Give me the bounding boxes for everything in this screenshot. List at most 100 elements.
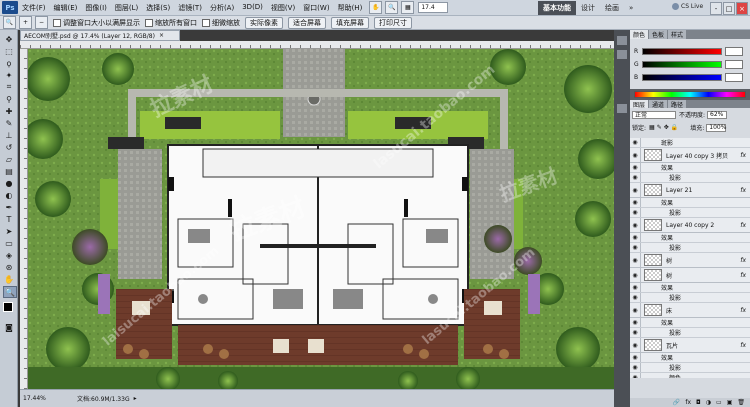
- layer-effects-icon[interactable]: fx: [740, 272, 746, 279]
- layer-effects-icon[interactable]: fx: [740, 257, 746, 264]
- layer-row[interactable]: ◉ Layer 21 fx: [630, 183, 750, 198]
- marquee-tool-icon[interactable]: ⬚: [3, 46, 15, 56]
- menu-item-7[interactable]: 3D(D): [238, 3, 267, 13]
- horizontal-ruler[interactable]: [20, 41, 614, 49]
- menu-item-4[interactable]: 选择(S): [142, 3, 174, 13]
- layer-effects-icon[interactable]: fx: [740, 152, 746, 159]
- 3d-rotate-tool-icon[interactable]: ◈: [3, 250, 15, 260]
- layer-effect-row[interactable]: ◉ 效果: [630, 318, 750, 328]
- actual-pixels-button[interactable]: 实际像素: [245, 16, 283, 29]
- lock-transparency-icon[interactable]: ▦: [649, 124, 655, 131]
- layer-effects-icon[interactable]: fx: [740, 222, 746, 229]
- layer-effect-row[interactable]: ◉ 投影: [630, 243, 750, 253]
- layer-effect-row[interactable]: ◉ 投影: [630, 328, 750, 338]
- visibility-eye-icon[interactable]: ◉: [630, 183, 641, 197]
- visibility-eye-icon[interactable]: ◉: [630, 198, 641, 207]
- layers-footer-5-icon[interactable]: ▣: [727, 399, 733, 406]
- status-doc-info[interactable]: 文档:60.9M/1.33G: [77, 394, 130, 403]
- document-close-icon[interactable]: ×: [159, 32, 164, 39]
- lock-pixels-icon[interactable]: ✎: [657, 124, 662, 131]
- visibility-eye-icon[interactable]: ◉: [630, 328, 641, 337]
- menu-item-8[interactable]: 视图(V): [267, 3, 299, 13]
- document-canvas[interactable]: 拉素材 lasucai.taobao.com 拉素材 laisucai.taob…: [28, 49, 614, 389]
- layer-effects-icon[interactable]: fx: [740, 342, 746, 349]
- menu-item-10[interactable]: 帮助(H): [334, 3, 367, 13]
- status-zoom[interactable]: 17.44%: [23, 395, 57, 402]
- layer-effects-icon[interactable]: fx: [740, 307, 746, 314]
- menu-item-1[interactable]: 编辑(E): [50, 3, 82, 13]
- red-value[interactable]: [725, 47, 743, 56]
- visibility-eye-icon[interactable]: ◉: [630, 148, 641, 162]
- adjustments-panel-icon[interactable]: [617, 104, 627, 113]
- minimize-button[interactable]: -: [710, 2, 722, 15]
- close-button[interactable]: ×: [736, 2, 748, 15]
- layer-row[interactable]: ◉ Layer 40 copy 2 fx: [630, 218, 750, 233]
- visibility-eye-icon[interactable]: ◉: [630, 218, 641, 232]
- menu-item-6[interactable]: 分析(A): [206, 3, 238, 13]
- eraser-tool-icon[interactable]: ▱: [3, 154, 15, 164]
- actions-panel-icon[interactable]: [617, 50, 627, 59]
- layer-row[interactable]: ◉ 床 fx: [630, 303, 750, 318]
- layer-row[interactable]: ◉ Layer 40 copy 3 拷贝 fx: [630, 148, 750, 163]
- visibility-eye-icon[interactable]: ◉: [630, 303, 641, 317]
- menu-item-9[interactable]: 窗口(W): [299, 3, 333, 13]
- green-value[interactable]: [725, 60, 743, 69]
- zoom-out-icon[interactable]: −: [35, 16, 48, 29]
- resize-windows-checkbox[interactable]: 调整窗口大小以满屏显示: [53, 18, 140, 28]
- visibility-eye-icon[interactable]: ◉: [630, 253, 641, 267]
- layer-effect-row[interactable]: ◉ 效果: [630, 233, 750, 243]
- layer-row[interactable]: ◉ 树 fx: [630, 268, 750, 283]
- shape-tool-icon[interactable]: ▭: [3, 238, 15, 248]
- visibility-eye-icon[interactable]: ◉: [630, 208, 641, 217]
- color-spectrum-bar[interactable]: [634, 91, 746, 98]
- layer-effect-row[interactable]: ◉ 效果: [630, 283, 750, 293]
- visibility-eye-icon[interactable]: ◉: [630, 353, 641, 362]
- layer-row[interactable]: ◉ 树 fx: [630, 253, 750, 268]
- blue-value[interactable]: [725, 73, 743, 82]
- layer-effect-row[interactable]: ◉ 投影: [630, 173, 750, 183]
- layer-row[interactable]: ◉ 瓦片 fx: [630, 338, 750, 353]
- menu-item-3[interactable]: 图层(L): [111, 3, 142, 13]
- dodge-tool-icon[interactable]: ◐: [3, 190, 15, 200]
- visibility-eye-icon[interactable]: ◉: [630, 363, 641, 372]
- layer-effect-row[interactable]: ◉ 颜色: [630, 373, 750, 378]
- lasso-tool-icon[interactable]: ϙ: [3, 58, 15, 68]
- layer-effect-row[interactable]: ◉ 效果: [630, 163, 750, 173]
- blur-tool-icon[interactable]: ●: [3, 178, 15, 188]
- visibility-eye-icon[interactable]: ◉: [630, 138, 641, 147]
- layer-effect-row[interactable]: ◉ 效果: [630, 353, 750, 363]
- workspace-painting[interactable]: 绘画: [600, 1, 624, 15]
- layers-footer-1-icon[interactable]: fx: [685, 399, 691, 406]
- fill-screen-button[interactable]: 填充屏幕: [331, 16, 369, 29]
- maximize-button[interactable]: □: [723, 2, 735, 15]
- zoom-in-icon[interactable]: +: [19, 16, 32, 29]
- layer-effect-row[interactable]: ◉ 斑影: [630, 138, 750, 148]
- lock-position-icon[interactable]: ✥: [664, 124, 669, 131]
- magic-wand-tool-icon[interactable]: ✦: [3, 70, 15, 80]
- tab-styles[interactable]: 样式: [668, 30, 687, 39]
- zoom-preset-icon[interactable]: 🔍: [3, 16, 16, 29]
- status-arrow-icon[interactable]: ▸: [134, 395, 137, 402]
- clone-stamp-tool-icon[interactable]: ⊥: [3, 130, 15, 140]
- fit-screen-button[interactable]: 适合屏幕: [288, 16, 326, 29]
- tab-swatches[interactable]: 色板: [649, 30, 668, 39]
- menu-item-0[interactable]: 文件(F): [18, 3, 50, 13]
- visibility-eye-icon[interactable]: ◉: [630, 373, 641, 378]
- opacity-field[interactable]: 62%: [707, 110, 728, 119]
- blend-mode-select[interactable]: 正常: [632, 110, 676, 119]
- visibility-eye-icon[interactable]: ◉: [630, 283, 641, 292]
- tab-color[interactable]: 颜色: [630, 30, 649, 39]
- visibility-eye-icon[interactable]: ◉: [630, 233, 641, 242]
- brush-tool-icon[interactable]: ✎: [3, 118, 15, 128]
- zoom-tool-icon[interactable]: 🔍: [3, 286, 17, 298]
- move-tool-icon[interactable]: ✥: [3, 34, 15, 44]
- layer-effects-icon[interactable]: fx: [740, 187, 746, 194]
- layers-footer-3-icon[interactable]: ◑: [706, 399, 711, 406]
- layer-effect-row[interactable]: ◉ 投影: [630, 208, 750, 218]
- visibility-eye-icon[interactable]: ◉: [630, 318, 641, 327]
- pen-tool-icon[interactable]: ✒: [3, 202, 15, 212]
- visibility-eye-icon[interactable]: ◉: [630, 173, 641, 182]
- crop-tool-icon[interactable]: ⌗: [3, 82, 15, 92]
- lock-all-icon[interactable]: 🔒: [671, 124, 678, 131]
- arrange-icon[interactable]: ▦: [401, 1, 415, 14]
